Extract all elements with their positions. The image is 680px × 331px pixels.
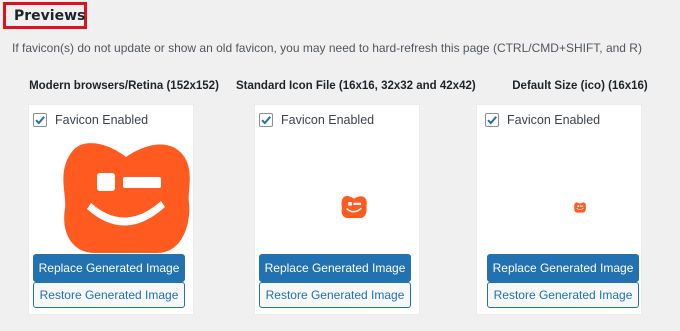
logo-face-icon bbox=[574, 202, 586, 213]
logo-face-icon bbox=[341, 196, 367, 218]
page-title: Previews bbox=[14, 7, 86, 24]
column-heading-retina: Modern browsers/Retina (152x152) bbox=[29, 80, 219, 92]
favicon-enabled-row: Favicon Enabled bbox=[33, 113, 148, 127]
checkmark-icon bbox=[35, 116, 45, 125]
preview-card-default: Favicon Enabled Replace Generated Image … bbox=[476, 104, 642, 315]
previews-title-box: Previews bbox=[3, 2, 87, 29]
replace-image-button[interactable]: Replace Generated Image bbox=[259, 254, 411, 282]
checkmark-icon bbox=[487, 116, 497, 125]
restore-image-button[interactable]: Restore Generated Image bbox=[259, 282, 411, 308]
favicon-enabled-row: Favicon Enabled bbox=[485, 113, 600, 127]
preview-card-retina: Favicon Enabled Replace Generated Image … bbox=[28, 104, 194, 315]
column-heading-standard: Standard Icon File (16x16, 32x32 and 42x… bbox=[236, 80, 476, 92]
checkmark-icon bbox=[261, 116, 271, 125]
favicon-enabled-row: Favicon Enabled bbox=[259, 113, 374, 127]
favicon-enabled-checkbox[interactable] bbox=[259, 113, 273, 127]
favicon-enabled-label: Favicon Enabled bbox=[55, 113, 149, 127]
replace-image-button[interactable]: Replace Generated Image bbox=[33, 254, 185, 282]
replace-image-button[interactable]: Replace Generated Image bbox=[487, 254, 639, 282]
column-heading-default: Default Size (ico) (16x16) bbox=[512, 80, 648, 92]
favicon-enabled-checkbox[interactable] bbox=[485, 113, 499, 127]
logo-face-icon bbox=[63, 143, 190, 253]
refresh-hint: If favicon(s) do not update or show an o… bbox=[12, 41, 642, 55]
favicon-enabled-label: Favicon Enabled bbox=[281, 113, 375, 127]
restore-image-button[interactable]: Restore Generated Image bbox=[33, 282, 185, 308]
preview-card-standard: Favicon Enabled Replace Generated Image … bbox=[254, 104, 420, 315]
favicon-enabled-label: Favicon Enabled bbox=[507, 113, 601, 127]
restore-image-button[interactable]: Restore Generated Image bbox=[487, 282, 639, 308]
favicon-enabled-checkbox[interactable] bbox=[33, 113, 47, 127]
